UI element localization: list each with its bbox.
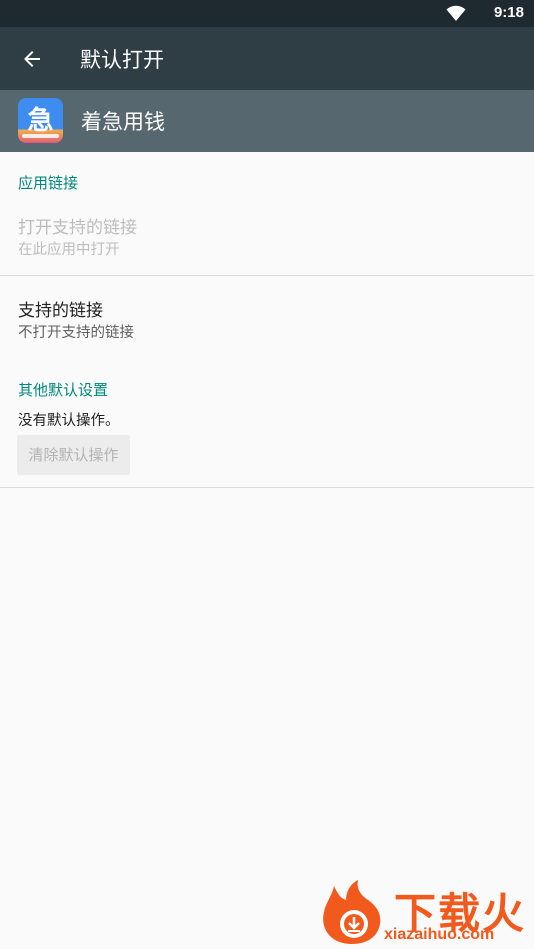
app-name: 着急用钱 (81, 110, 165, 134)
status-bar: 9:18 (0, 0, 534, 27)
page-title: 默认打开 (80, 48, 164, 72)
status-time: 9:18 (493, 4, 524, 21)
section-title-app-links: 应用链接 (18, 174, 79, 192)
app-icon-glyph: 急 (27, 106, 54, 136)
supported-links-item[interactable]: 支持的链接 不打开支持的链接 (0, 276, 534, 346)
flame-logo-icon (323, 880, 381, 944)
section-title-other-defaults: 其他默认设置 (18, 381, 109, 399)
divider (0, 487, 534, 488)
app-icon: 急 (18, 98, 63, 143)
supported-links-title: 支持的链接 (18, 301, 103, 321)
app-icon-tag (22, 134, 59, 138)
supported-links-summary: 不打开支持的链接 (18, 325, 134, 341)
watermark: 下载火 xiazaihuo.com (314, 878, 534, 949)
toolbar: 默认打开 (0, 27, 534, 90)
app-header: 急 着急用钱 (0, 90, 534, 152)
wifi-icon (446, 5, 466, 21)
arrow-back-icon[interactable] (20, 47, 44, 71)
clear-defaults-button[interactable]: 清除默认操作 (17, 435, 130, 475)
open-supported-links-summary: 在此应用中打开 (18, 242, 120, 258)
open-supported-links-title: 打开支持的链接 (18, 218, 137, 238)
watermark-url: xiazaihuo.com (384, 926, 495, 943)
no-defaults-text: 没有默认操作。 (18, 413, 120, 429)
